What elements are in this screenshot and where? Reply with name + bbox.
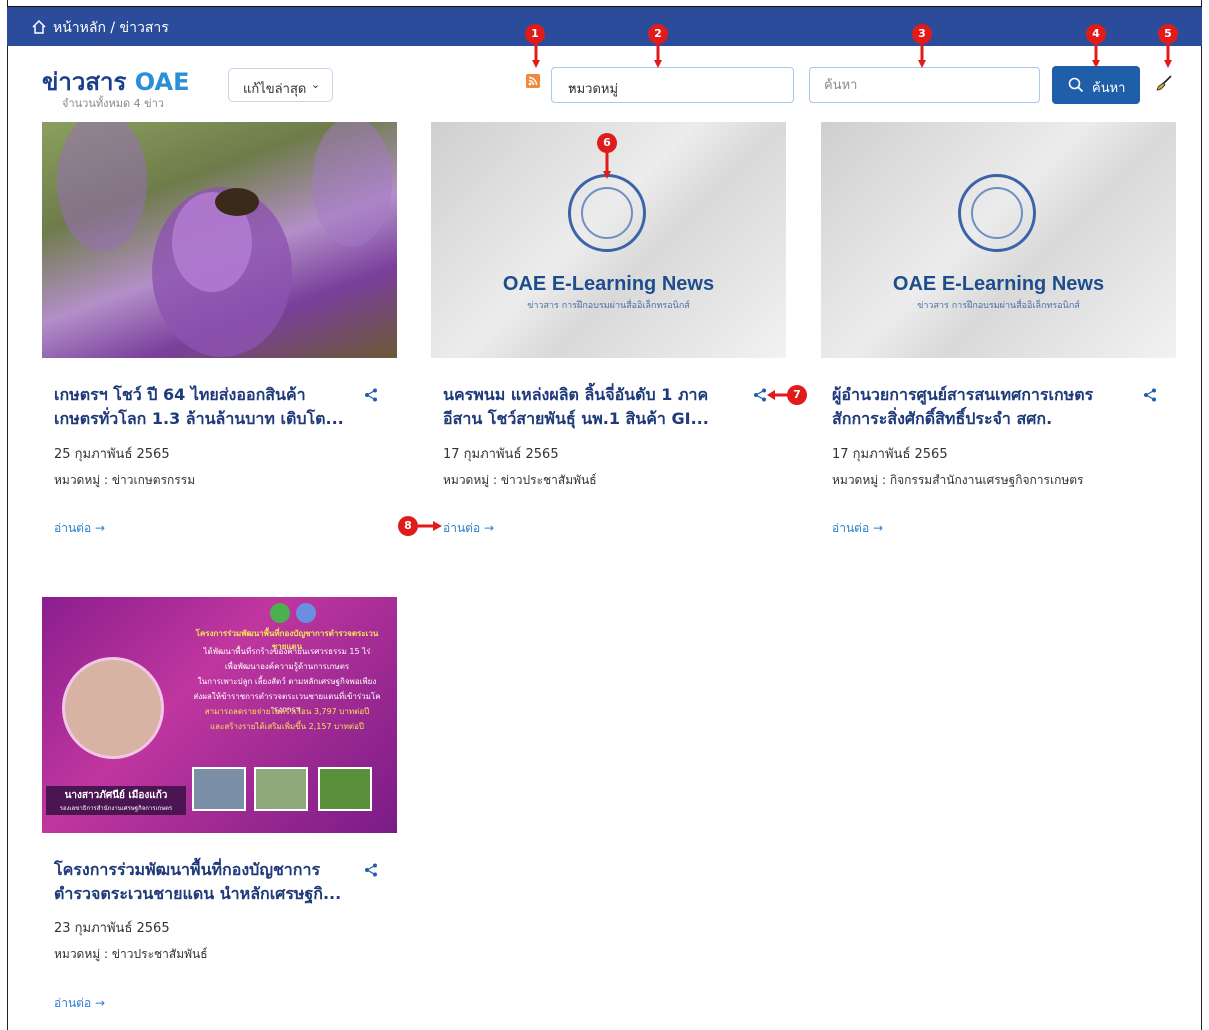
annotation-arrow-7 xyxy=(767,390,789,400)
card-category: หมวดหมู่ : ข่าวเกษตรกรรม xyxy=(54,473,196,487)
card-title[interactable]: เกษตรฯ โชว์ ปี 64 ไทยส่งออกสินค้า เกษตรท… xyxy=(54,383,354,431)
card-title[interactable]: ผู้อำนวยการศูนย์สารสนเทศการเกษตร สักการะ… xyxy=(832,383,1132,431)
breadcrumb[interactable]: หน้าหลัก / ข่าวสาร xyxy=(53,17,169,39)
annotation-marker-3: 3 xyxy=(912,24,932,44)
image-title: OAE E-Learning News xyxy=(892,273,1105,295)
image-title: OAE E-Learning News xyxy=(502,273,715,295)
annotation-arrow-5 xyxy=(1164,44,1172,68)
page-title-brand: OAE xyxy=(134,68,190,96)
news-image-oae[interactable]: OAE E-Learning News ข่าวสาร การฝึกอบรมผ่… xyxy=(821,122,1176,358)
card-title-line: โครงการร่วมพัฒนาพื้นที่กองบัญชาการ xyxy=(54,860,321,879)
home-icon[interactable] xyxy=(31,19,47,35)
poster-name-text: นางสาวภัศนีย์ เมืองแก้ว xyxy=(64,790,168,801)
oae-seal-logo xyxy=(568,174,646,252)
image-subtitle: ข่าวสาร การฝึกอบรมผ่านสื่ออิเล็กทรอนิกส์ xyxy=(527,301,690,311)
sort-label: แก้ไขล่าสุด xyxy=(243,82,307,97)
poster-line: เพื่อพัฒนาองค์ความรู้ด้านการเกษตร xyxy=(224,662,350,671)
lavender-photo xyxy=(57,122,392,357)
card-title[interactable]: นครพนม แหล่งผลิต ลิ้นจี่อันดับ 1 ภาค อีส… xyxy=(443,383,743,431)
chevron-down-icon: ⌄ xyxy=(311,78,321,91)
sort-dropdown[interactable]: แก้ไขล่าสุด ⌄ xyxy=(228,68,333,102)
poster-person-name: นางสาวภัศนีย์ เมืองแก้ว รองเลขาธิการสำนั… xyxy=(46,786,186,815)
search-icon xyxy=(1068,77,1084,93)
annotation-arrow-3 xyxy=(918,44,926,68)
poster-person-photo xyxy=(62,657,164,759)
brush-icon[interactable] xyxy=(1155,74,1173,92)
search-button[interactable]: ค้นหา xyxy=(1052,66,1140,104)
poster-line: สามารถลดรายจ่ายในครัวเรือน 3,797 บาทต่อป… xyxy=(204,707,370,716)
poster-role-text: รองเลขาธิการสำนักงานเศรษฐกิจการเกษตร xyxy=(59,805,173,812)
card-category: หมวดหมู่ : กิจกรรมสำนักงานเศรษฐกิจการเกษ… xyxy=(832,473,1084,487)
annotation-marker-1: 1 xyxy=(525,24,545,44)
annotation-arrow-6 xyxy=(603,153,611,179)
annotation-marker-8: 8 xyxy=(398,516,418,536)
poster-line: ในการเพาะปลูก เลี้ยงสัตว์ ตามหลักเศรษฐกิ… xyxy=(197,677,377,686)
poster-line: ได้พัฒนาพื้นที่รกร้างของค่ายนเรศวรธรรม 1… xyxy=(203,647,371,656)
share-icon[interactable] xyxy=(364,863,378,877)
card-date: 17 กุมภาพันธ์ 2565 xyxy=(443,447,559,462)
poster-thumbnail xyxy=(192,767,246,811)
news-image-project-poster[interactable]: โครงการร่วมพัฒนาพื้นที่กองบัญชาการตำรวจต… xyxy=(42,597,397,833)
category-select[interactable]: หมวดหมู่ ⌄ xyxy=(551,67,794,103)
annotation-arrow-1 xyxy=(532,44,540,68)
annotation-marker-4: 4 xyxy=(1086,24,1106,44)
poster-thumbnail xyxy=(318,767,372,811)
page-title-main: ข่าวสาร xyxy=(42,68,127,96)
card-category: หมวดหมู่ : ข่าวประชาสัมพันธ์ xyxy=(54,947,208,961)
card-title-line: ตำรวจตระเวนชายแดน นำหลักเศรษฐกิ... xyxy=(54,884,342,903)
share-icon[interactable] xyxy=(1143,388,1157,402)
card-title-line: อีสาน โชว์สายพันธุ์ นพ.1 สินค้า GI... xyxy=(443,409,709,428)
card-title-line: นครพนม แหล่งผลิต ลิ้นจี่อันดับ 1 ภาค xyxy=(443,385,709,404)
annotation-marker-2: 2 xyxy=(648,24,668,44)
card-title-line: สักการะสิ่งศักดิ์สิทธิ์ประจำ สศก. xyxy=(832,409,1053,428)
annotation-marker-5: 5 xyxy=(1158,24,1178,44)
poster-line: และสร้างรายได้เสริมเพิ่มขึ้น 2,157 บาทต่… xyxy=(210,722,364,731)
read-more-link[interactable]: อ่านต่อ → xyxy=(443,519,494,538)
share-icon[interactable] xyxy=(364,388,378,402)
card-title-line: เกษตรทั่วโลก 1.3 ล้านล้านบาท เติบโต... xyxy=(54,409,344,428)
search-button-label: ค้นหา xyxy=(1092,81,1126,96)
card-title-line: ผู้อำนวยการศูนย์สารสนเทศการเกษตร xyxy=(832,385,1094,404)
search-input[interactable] xyxy=(809,67,1040,103)
image-subtitle: ข่าวสาร การฝึกอบรมผ่านสื่ออิเล็กทรอนิกส์ xyxy=(917,301,1080,311)
card-date: 17 กุมภาพันธ์ 2565 xyxy=(832,447,948,462)
poster-thumbnail xyxy=(254,767,308,811)
annotation-marker-6: 6 xyxy=(597,133,617,153)
annotation-marker-7: 7 xyxy=(787,385,807,405)
read-more-link[interactable]: อ่านต่อ → xyxy=(54,519,105,538)
card-title-line: เกษตรฯ โชว์ ปี 64 ไทยส่งออกสินค้า xyxy=(54,385,306,404)
poster-logos xyxy=(270,603,316,623)
card-date: 25 กุมภาพันธ์ 2565 xyxy=(54,447,170,462)
oae-seal-logo xyxy=(958,174,1036,252)
annotation-arrow-4 xyxy=(1092,44,1100,68)
annotation-arrow-8 xyxy=(418,521,442,531)
rss-icon[interactable] xyxy=(526,74,540,88)
read-more-link[interactable]: อ่านต่อ → xyxy=(54,994,105,1013)
share-icon[interactable] xyxy=(753,388,767,402)
annotation-arrow-2 xyxy=(654,44,662,68)
card-date: 23 กุมภาพันธ์ 2565 xyxy=(54,921,170,936)
news-count: จำนวนทั้งหมด 4 ข่าว xyxy=(62,97,164,110)
news-image-lavender[interactable] xyxy=(42,122,397,358)
card-category: หมวดหมู่ : ข่าวประชาสัมพันธ์ xyxy=(443,473,597,487)
card-title[interactable]: โครงการร่วมพัฒนาพื้นที่กองบัญชาการ ตำรวจ… xyxy=(54,858,354,906)
read-more-link[interactable]: อ่านต่อ → xyxy=(832,519,883,538)
breadcrumb-bar: หน้าหลัก / ข่าวสาร xyxy=(7,6,1202,46)
chevron-down-icon: ⌄ xyxy=(568,78,578,91)
